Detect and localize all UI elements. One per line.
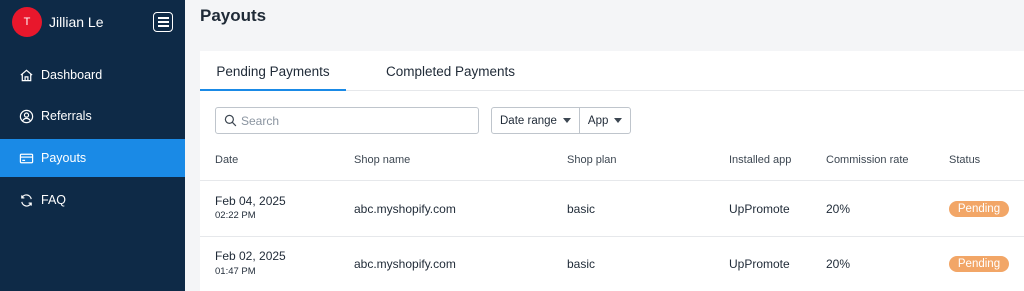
row-shop-name: abc.myshopify.com [354,257,456,271]
home-icon [18,67,34,83]
row-time: 02:22 PM [215,210,256,221]
refresh-icon [18,192,34,208]
sidebar: T Jillian Le Dashboard Referrals Payouts… [0,0,185,291]
credit-card-icon [18,150,34,166]
page-title: Payouts [200,6,267,25]
sidebar-item-label: FAQ [41,193,67,207]
payouts-card: Pending Payments Completed Payments Date… [200,51,1024,291]
status-badge: Pending [949,256,1009,272]
row-shop-plan: basic [567,202,596,216]
search-box[interactable] [215,107,479,134]
date-range-filter[interactable]: Date range [492,108,579,133]
row-installed-app: UpPromote [729,202,790,216]
avatar[interactable]: T [12,7,42,37]
caret-down-icon [562,118,571,123]
app-filter[interactable]: App [578,108,630,133]
filter-group: Date range App [491,107,632,134]
app-filter-label: App [587,114,609,127]
row-divider [200,236,1024,237]
tab-completed-payments[interactable]: Completed Payments [386,51,515,91]
sidebar-item-dashboard[interactable]: Dashboard [0,56,185,94]
sidebar-item-referrals[interactable]: Referrals [0,97,185,135]
status-badge: Pending [949,201,1009,217]
row-divider [200,180,1024,181]
row-commission-rate: 20% [826,202,851,216]
caret-down-icon [614,118,623,123]
search-input[interactable] [241,113,461,128]
sidebar-item-faq[interactable]: FAQ [0,181,185,219]
sidebar-item-label: Payouts [41,151,87,165]
sidebar-item-label: Referrals [41,109,92,123]
column-header-shop-plan: Shop plan [567,154,617,166]
tab-pending-payments[interactable]: Pending Payments [200,51,346,91]
column-header-shop-name: Shop name [354,154,411,166]
column-header-commission-rate: Commission rate [826,154,909,166]
user-circle-icon [18,108,34,124]
row-shop-name: abc.myshopify.com [354,202,456,216]
date-range-label: Date range [500,114,557,127]
row-installed-app: UpPromote [729,257,790,271]
tab-bar: Pending Payments Completed Payments [200,51,1024,91]
row-commission-rate: 20% [826,257,851,271]
column-header-installed-app: Installed app [729,154,792,166]
menu-toggle-icon[interactable] [153,12,173,32]
sidebar-item-label: Dashboard [41,68,103,82]
row-date: Feb 04, 2025 [215,194,286,208]
user-name: Jillian Le [49,14,104,30]
column-header-date: Date [215,154,239,166]
row-time: 01:47 PM [215,266,256,277]
column-header-status: Status [949,154,981,166]
sidebar-item-payouts[interactable]: Payouts [0,139,185,177]
row-date: Feb 02, 2025 [215,249,286,263]
row-shop-plan: basic [567,257,596,271]
search-icon [224,114,237,127]
